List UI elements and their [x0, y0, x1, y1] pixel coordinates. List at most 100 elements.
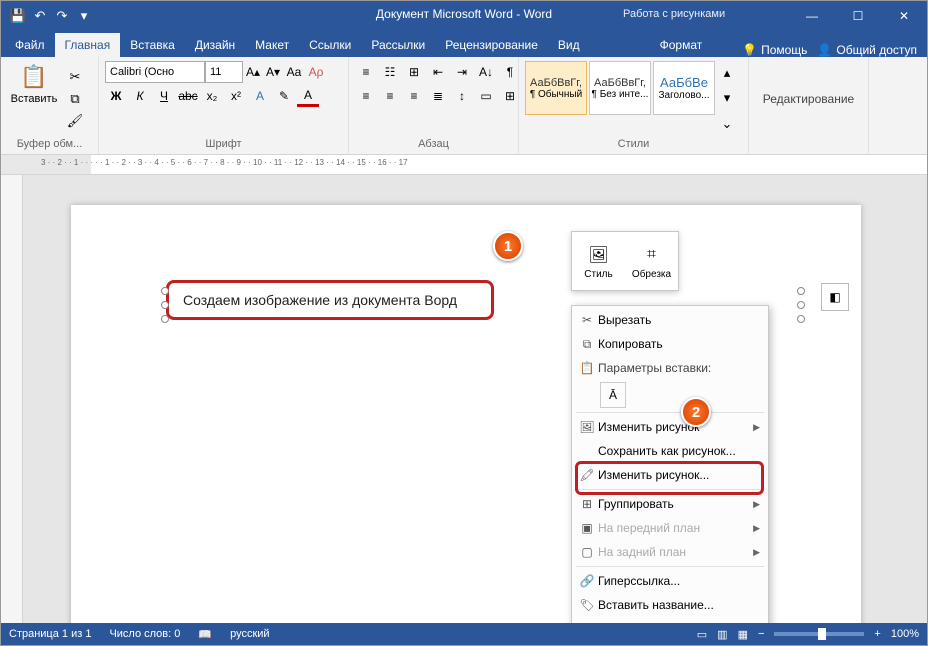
- highlight-icon[interactable]: ✎: [273, 85, 295, 107]
- paste-button[interactable]: 📋 Вставить: [7, 61, 61, 136]
- style-heading1[interactable]: АаБбВе Заголово...: [653, 61, 715, 115]
- proofing-icon[interactable]: 📖: [198, 628, 212, 641]
- ctx-send-back[interactable]: ▢На задний план▶: [572, 540, 768, 564]
- vertical-ruler[interactable]: [1, 175, 23, 623]
- align-left-icon[interactable]: ≡: [355, 85, 377, 107]
- tab-format[interactable]: Формат: [650, 33, 713, 57]
- editing-dropdown[interactable]: Редактирование: [763, 92, 854, 106]
- zoom-level[interactable]: 100%: [891, 628, 919, 640]
- text-effects-icon[interactable]: A: [249, 85, 271, 107]
- show-marks-icon[interactable]: ¶: [499, 61, 521, 83]
- ctx-edit-picture[interactable]: 🖍Изменить рисунок...: [572, 463, 768, 487]
- share-button[interactable]: 👤Общий доступ: [817, 43, 917, 57]
- view-read-icon[interactable]: ▭: [697, 628, 707, 641]
- style-normal[interactable]: АаБбВвГг, ¶ Обычный: [525, 61, 587, 115]
- shrink-font-icon[interactable]: A▾: [263, 65, 283, 79]
- italic-button[interactable]: К: [129, 85, 151, 107]
- sort-icon[interactable]: A↓: [475, 61, 497, 83]
- ctx-save-as-picture[interactable]: Сохранить как рисунок...: [572, 439, 768, 463]
- redo-icon[interactable]: ↷: [53, 7, 71, 25]
- shading-icon[interactable]: ▭: [475, 85, 497, 107]
- style-no-spacing[interactable]: АаБбВвГг, ¶ Без инте...: [589, 61, 651, 115]
- line-spacing-icon[interactable]: ↕: [451, 85, 473, 107]
- close-button[interactable]: ✕: [881, 1, 927, 31]
- handle-right2[interactable]: [797, 301, 805, 309]
- font-size-combo[interactable]: 11: [205, 61, 243, 83]
- zoom-slider[interactable]: [774, 632, 864, 636]
- tab-mailings[interactable]: Рассылки: [361, 33, 435, 57]
- bold-button[interactable]: Ж: [105, 85, 127, 107]
- status-wordcount[interactable]: Число слов: 0: [109, 628, 180, 640]
- selected-textbox[interactable]: Создаем изображение из документа Ворд: [166, 280, 494, 320]
- handle-right3[interactable]: [797, 315, 805, 323]
- format-painter-icon[interactable]: 🖌: [65, 111, 85, 131]
- zoom-out-icon[interactable]: −: [758, 628, 764, 640]
- zoom-in-icon[interactable]: +: [874, 628, 880, 640]
- handle-right[interactable]: [797, 287, 805, 295]
- horizontal-ruler[interactable]: 3 · · 2 · · 1 · · · · · 1 · · 2 · · 3 · …: [1, 155, 927, 175]
- ctx-group[interactable]: ⊞Группировать▶: [572, 492, 768, 516]
- save-icon[interactable]: 💾: [9, 7, 27, 25]
- handle-left2[interactable]: [161, 301, 169, 309]
- subscript-button[interactable]: x₂: [201, 85, 223, 107]
- underline-button[interactable]: Ч: [153, 85, 175, 107]
- mini-crop-button[interactable]: ⌗ Обрезка: [625, 232, 678, 290]
- justify-icon[interactable]: ≣: [427, 85, 449, 107]
- ctx-insert-caption[interactable]: 🏷Вставить название...: [572, 593, 768, 617]
- strike-button[interactable]: abc: [177, 85, 199, 107]
- copy-icon[interactable]: ⧉: [65, 89, 85, 109]
- grow-font-icon[interactable]: A▴: [243, 65, 263, 79]
- tab-insert[interactable]: Вставка: [120, 33, 185, 57]
- tab-file[interactable]: Файл: [5, 33, 55, 57]
- tab-view[interactable]: Вид: [548, 33, 590, 57]
- multilevel-icon[interactable]: ⊞: [403, 61, 425, 83]
- styles-scroll-down-icon[interactable]: ▾: [717, 88, 737, 108]
- font-name-combo[interactable]: Calibri (Осно: [105, 61, 205, 83]
- tab-home[interactable]: Главная: [55, 33, 121, 57]
- borders-icon[interactable]: ⊞: [499, 85, 521, 107]
- align-center-icon[interactable]: ≡: [379, 85, 401, 107]
- ctx-change-picture[interactable]: 🖼Изменить рисунок▶: [572, 415, 768, 439]
- align-right-icon[interactable]: ≡: [403, 85, 425, 107]
- ctx-copy[interactable]: ⧉Копировать: [572, 332, 768, 356]
- zoom-thumb[interactable]: [818, 628, 826, 640]
- status-page[interactable]: Страница 1 из 1: [9, 628, 91, 640]
- styles-expand-icon[interactable]: ⌄: [717, 114, 737, 134]
- caption-icon: 🏷: [576, 598, 598, 612]
- qat-dropdown-icon[interactable]: ▾: [75, 7, 93, 25]
- group-clipboard: 📋 Вставить ✂ ⧉ 🖌 Буфер обм...: [1, 57, 99, 154]
- mini-style-button[interactable]: 🖼 Стиль: [572, 232, 625, 290]
- styles-scroll-up-icon[interactable]: ▴: [717, 63, 737, 83]
- group-font: Calibri (Осно 11 A▴ A▾ Aa Aρ Ж К Ч abc x…: [99, 57, 349, 154]
- copy-icon: ⧉: [576, 337, 598, 352]
- tab-references[interactable]: Ссылки: [299, 33, 361, 57]
- handle-left[interactable]: [161, 287, 169, 295]
- status-language[interactable]: русский: [230, 628, 269, 640]
- tab-review[interactable]: Рецензирование: [435, 33, 548, 57]
- font-color-icon[interactable]: A: [297, 85, 319, 107]
- ctx-bring-front[interactable]: ▣На передний план▶: [572, 516, 768, 540]
- layout-options-icon[interactable]: ◧: [821, 283, 849, 311]
- decrease-indent-icon[interactable]: ⇤: [427, 61, 449, 83]
- handle-left3[interactable]: [161, 315, 169, 323]
- view-web-icon[interactable]: ▦: [738, 628, 748, 641]
- cut-icon[interactable]: ✂: [65, 67, 85, 87]
- tell-me[interactable]: 💡Помощь: [742, 43, 807, 57]
- maximize-button[interactable]: ☐: [835, 1, 881, 31]
- paste-option-keep-text[interactable]: Ā: [600, 382, 626, 408]
- undo-icon[interactable]: ↶: [31, 7, 49, 25]
- view-print-icon[interactable]: ▥: [717, 628, 727, 641]
- send-back-icon: ▢: [576, 545, 598, 559]
- increase-indent-icon[interactable]: ⇥: [451, 61, 473, 83]
- tab-layout[interactable]: Макет: [245, 33, 299, 57]
- change-case-icon[interactable]: Aa: [283, 65, 305, 79]
- bullets-icon[interactable]: ≡: [355, 61, 377, 83]
- tab-design[interactable]: Дизайн: [185, 33, 245, 57]
- numbering-icon[interactable]: ☷: [379, 61, 401, 83]
- clear-format-icon[interactable]: Aρ: [305, 65, 327, 79]
- ctx-hyperlink[interactable]: 🔗Гиперссылка...: [572, 569, 768, 593]
- ctx-cut[interactable]: ✂Вырезать: [572, 308, 768, 332]
- superscript-button[interactable]: x²: [225, 85, 247, 107]
- ctx-wrap-text[interactable]: ▦Обтекание текстом▶: [572, 617, 768, 623]
- minimize-button[interactable]: —: [789, 1, 835, 31]
